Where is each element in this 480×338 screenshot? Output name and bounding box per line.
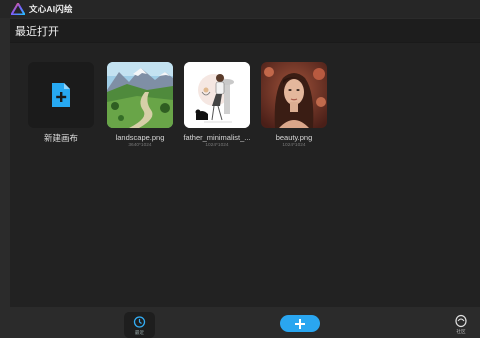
file-name: beauty.png: [275, 133, 313, 142]
new-file-icon: [52, 83, 70, 107]
file-name: father_minimalist_...: [183, 133, 251, 142]
beauty-thumbnail[interactable]: [261, 62, 327, 128]
nav-recent-button[interactable]: 最近: [124, 312, 155, 338]
recent-panel: 最近打开 新建画布 landscape.png 3640*1024 father…: [10, 19, 480, 307]
beauty-portrait-image: [261, 62, 327, 128]
recent-clock-icon: [133, 316, 146, 328]
bottom-navigation: 最近 社区: [0, 307, 480, 338]
landscape-image: [107, 62, 173, 128]
title-bar: 文心AI闪绘: [0, 0, 480, 18]
file-dimensions: 3640*1024: [128, 143, 152, 148]
nav-community-label: 社区: [456, 329, 466, 334]
nav-community-button[interactable]: 社区: [449, 311, 473, 337]
father-minimalist-thumbnail[interactable]: [184, 62, 250, 128]
new-canvas-label: 新建画布: [43, 133, 78, 143]
file-name: landscape.png: [115, 133, 165, 142]
father-minimalist-image: [184, 62, 250, 128]
file-dimensions: 1024*1024: [282, 143, 306, 148]
recent-title: 最近打开: [15, 25, 59, 38]
app-title: 文心AI闪绘: [29, 4, 73, 14]
nav-recent-label: 最近: [134, 330, 145, 335]
landscape-thumbnail[interactable]: [107, 62, 173, 128]
add-button[interactable]: [280, 315, 320, 332]
plus-icon: [295, 318, 305, 329]
community-icon: [455, 314, 467, 328]
app-logo-icon: [11, 3, 25, 15]
recent-header: 最近打开: [10, 19, 480, 43]
file-dimensions: 1024*1024: [205, 143, 229, 148]
new-canvas-button[interactable]: [28, 62, 94, 128]
